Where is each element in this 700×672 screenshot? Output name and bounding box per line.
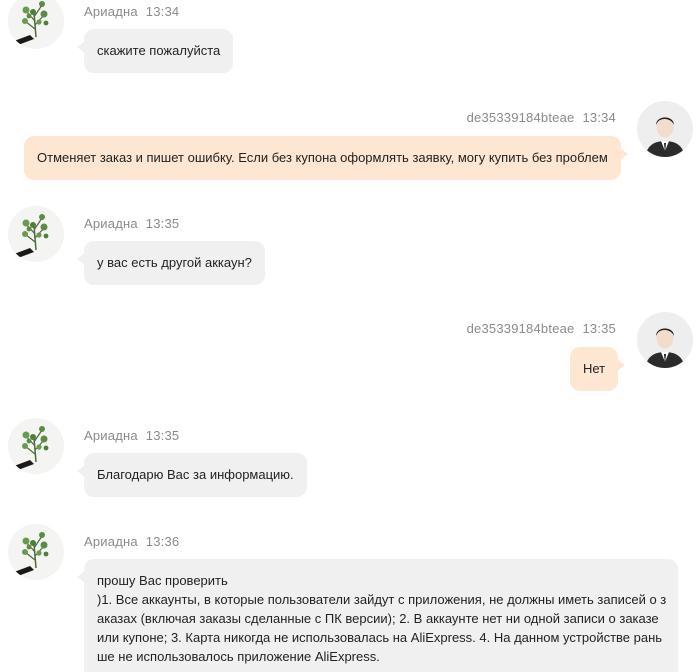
agent-avatar	[8, 524, 64, 580]
message-text: скажите пожалуйста	[97, 43, 221, 58]
message-text: Отменяет заказ и пишет ошибку. Если без …	[37, 150, 608, 165]
person-icon	[637, 312, 693, 368]
message-meta: Ариадна 13:36	[84, 534, 179, 549]
message-bubble: скажите пожалуйста	[76, 29, 234, 73]
message-time: 13:36	[145, 534, 180, 549]
message-meta: Ариадна 13:35	[84, 428, 179, 443]
sender-name: Ариадна	[84, 428, 138, 443]
message-time: 13:35	[145, 216, 180, 231]
sender-name: de35339184bteae	[466, 321, 575, 336]
message-bubble: прошу Вас проверить )1. Все аккаунты, в …	[77, 559, 678, 672]
message-time: 13:35	[582, 321, 616, 336]
message-text-line: или купоне; 3. Карта никогда не использо…	[97, 630, 663, 645]
agent-avatar	[8, 0, 64, 49]
message-text-line: прошу Вас проверить	[97, 573, 228, 588]
plant-icon	[8, 418, 64, 474]
sender-name: Ариадна	[84, 4, 138, 19]
plant-icon	[8, 524, 64, 580]
message-meta: Ариадна 13:34	[84, 4, 179, 19]
message-text-line: )1. Все аккаунты, в которые пользователи…	[97, 592, 667, 607]
sender-name: Ариадна	[84, 216, 138, 231]
plant-icon	[8, 206, 64, 262]
message-meta: de35339184bteae 13:35	[467, 321, 616, 336]
message-bubble: Нет	[570, 347, 626, 391]
sender-name: Ариадна	[84, 534, 138, 549]
message-bubble: Благодарю Вас за информацию.	[77, 453, 307, 497]
message-text-line: ше не использовалось приложение AliExpre…	[97, 649, 380, 664]
message-time: 13:35	[145, 428, 180, 443]
plant-icon	[8, 0, 64, 49]
person-icon	[637, 101, 693, 157]
agent-avatar	[8, 418, 64, 474]
message-text: Нет	[583, 361, 606, 376]
message-time: 13:34	[582, 110, 616, 125]
user-avatar	[637, 312, 693, 368]
message-bubble: Отменяет заказ и пишет ошибку. Если без …	[24, 136, 628, 180]
message-time: 13:34	[145, 4, 180, 19]
message-bubble: у вас есть другой аккаун?	[77, 241, 265, 285]
message-text-line: аказах (включая заказы сделанные с ПК ве…	[97, 611, 659, 626]
message-meta: de35339184bteae 13:34	[467, 110, 616, 125]
message-meta: Ариадна 13:35	[84, 216, 179, 231]
sender-name: de35339184bteae	[466, 110, 575, 125]
user-avatar	[637, 101, 693, 157]
message-text: Благодарю Вас за информацию.	[97, 467, 294, 482]
agent-avatar	[8, 206, 64, 262]
message-text: у вас есть другой аккаун?	[97, 255, 252, 270]
